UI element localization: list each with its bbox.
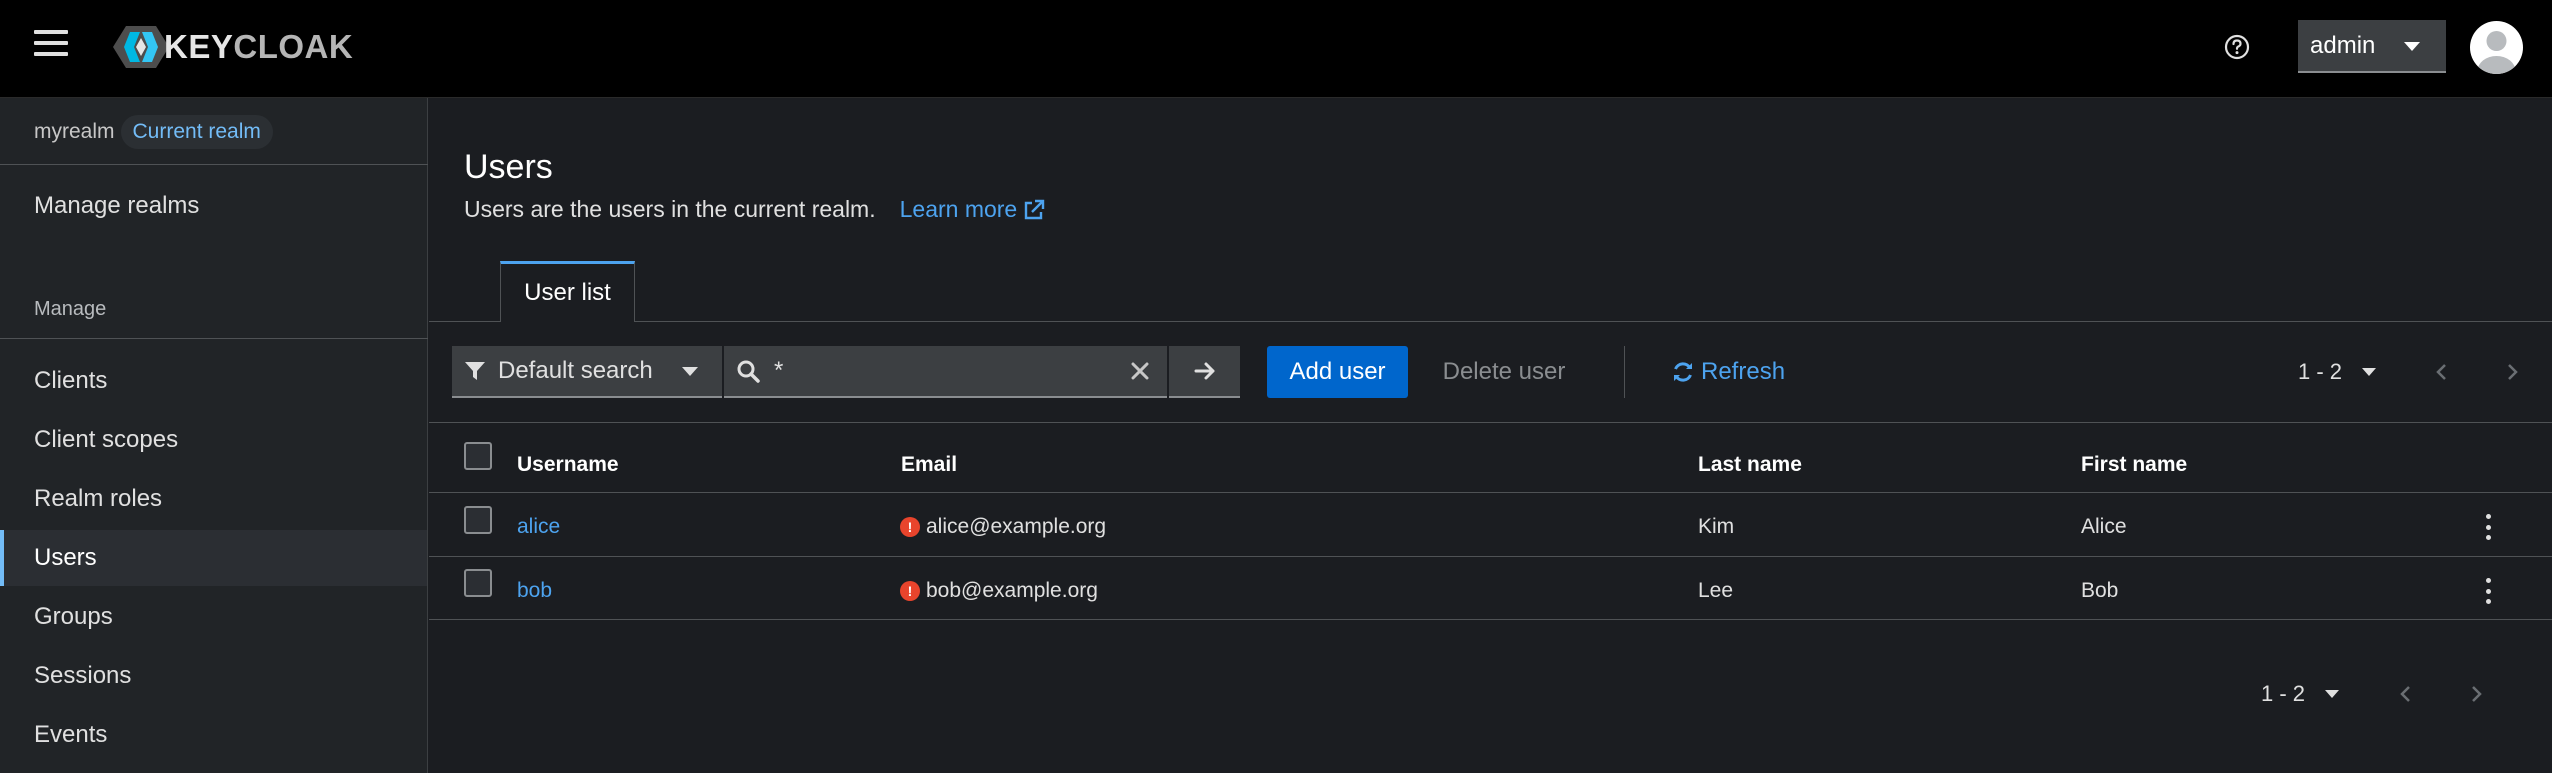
sidebar-item-client-scopes[interactable]: Client scopes xyxy=(0,412,427,468)
exclamation-circle-icon: ! xyxy=(900,581,920,601)
previous-page-icon[interactable] xyxy=(2396,684,2416,704)
column-header-last-name[interactable]: Last name xyxy=(1698,453,1802,477)
last-name-cell: Lee xyxy=(1698,579,1734,602)
last-name-cell: Kim xyxy=(1698,515,1735,538)
sidebar-item-label: Events xyxy=(34,721,108,748)
hamburger-menu-icon[interactable] xyxy=(34,30,68,64)
divider xyxy=(0,164,428,165)
realm-selector[interactable]: myrealm Current realm xyxy=(34,114,273,150)
add-user-button[interactable]: Add user xyxy=(1267,346,1408,398)
email-cell: ! alice@example.org xyxy=(900,515,1106,539)
pagination-toggle[interactable]: 1 - 2 xyxy=(2261,681,2340,707)
tabs-divider xyxy=(429,321,2552,322)
caret-down-icon xyxy=(682,367,698,376)
page-title: Users xyxy=(464,148,553,186)
refresh-button[interactable]: Refresh xyxy=(1671,346,1785,398)
row-divider xyxy=(429,619,2552,620)
caret-down-icon xyxy=(2362,368,2377,376)
table-top-border xyxy=(429,422,2552,423)
row-checkbox[interactable] xyxy=(464,506,492,534)
sidebar-item-clients[interactable]: Clients xyxy=(0,353,427,409)
avatar[interactable] xyxy=(2470,21,2523,74)
row-checkbox[interactable] xyxy=(464,569,492,597)
refresh-icon xyxy=(1674,362,1692,382)
email-text: bob@example.org xyxy=(926,579,1098,602)
search-input[interactable] xyxy=(772,356,1102,386)
sidebar-item-label: Manage realms xyxy=(34,192,200,219)
sidebar: myrealm Current realm Manage realms Mana… xyxy=(0,98,428,773)
logo-text: KEYCLOAK xyxy=(164,28,354,65)
sidebar-item-label: Sessions xyxy=(34,662,132,689)
user-menu-dropdown[interactable]: admin xyxy=(2298,20,2446,73)
search-icon xyxy=(737,360,760,383)
username-link[interactable]: alice xyxy=(517,515,560,539)
column-header-username[interactable]: Username xyxy=(517,453,619,477)
toolbar-divider xyxy=(1624,346,1625,398)
sidebar-item-label: Clients xyxy=(34,367,108,394)
caret-down-icon xyxy=(2404,42,2420,51)
filter-icon xyxy=(465,362,485,380)
sidebar-item-groups[interactable]: Groups xyxy=(0,589,427,645)
caret-down-icon xyxy=(2325,690,2340,698)
first-name-cell: Bob xyxy=(2081,579,2119,602)
sidebar-item-sessions[interactable]: Sessions xyxy=(0,648,427,704)
previous-page-icon[interactable] xyxy=(2432,362,2452,382)
pagination-toggle[interactable]: 1 - 2 xyxy=(2298,359,2377,385)
sidebar-item-label: Users xyxy=(34,544,97,571)
arrow-right-icon xyxy=(1194,362,1214,380)
search-field[interactable] xyxy=(724,346,1167,398)
sidebar-item-label: Client scopes xyxy=(34,426,179,453)
section-label-manage: Manage xyxy=(34,298,107,320)
clear-icon[interactable] xyxy=(1127,358,1153,384)
external-link-icon xyxy=(1025,199,1045,219)
search-type-dropdown[interactable]: Default search xyxy=(452,346,722,398)
search-submit-button[interactable] xyxy=(1169,346,1240,398)
divider xyxy=(0,338,428,339)
toolbar: Default search Add user Delete user xyxy=(429,346,2552,398)
user-menu-label: admin xyxy=(2310,31,2376,59)
sidebar-item-realm-roles[interactable]: Realm roles xyxy=(0,471,427,527)
sidebar-item-events[interactable]: Events xyxy=(0,707,427,763)
next-page-icon[interactable] xyxy=(2502,362,2522,382)
search-type-label: Default search xyxy=(498,357,653,384)
learn-more-label: Learn more xyxy=(899,196,1018,222)
email-text: alice@example.org xyxy=(926,515,1107,538)
description-text: Users are the users in the current realm… xyxy=(464,196,876,222)
pagination-bottom: 1 - 2 xyxy=(2261,668,2340,720)
row-actions-kebab-icon[interactable] xyxy=(2478,512,2498,542)
user-avatar-icon xyxy=(2477,31,2516,74)
learn-more-link[interactable]: Learn more xyxy=(900,196,1046,223)
sidebar-item-users[interactable]: Users xyxy=(0,530,427,586)
exclamation-circle-icon: ! xyxy=(900,517,920,537)
row-divider xyxy=(429,556,2552,557)
sidebar-item-manage-realms[interactable]: Manage realms xyxy=(0,178,427,234)
delete-user-button[interactable]: Delete user xyxy=(1429,346,1579,398)
first-name-cell: Alice xyxy=(2081,515,2127,538)
keycloak-hexagon-icon xyxy=(113,26,169,68)
tab-user-list[interactable]: User list xyxy=(500,261,635,322)
row-divider xyxy=(429,492,2552,493)
sidebar-item-label: Groups xyxy=(34,603,113,630)
pagination-top: 1 - 2 xyxy=(2298,346,2377,398)
pagination-count: 1 - 2 xyxy=(2261,681,2306,706)
column-header-email[interactable]: Email xyxy=(901,453,957,477)
keycloak-logo[interactable]: KEYCLOAK xyxy=(112,24,353,70)
username-link[interactable]: bob xyxy=(517,579,552,603)
sidebar-item-label: Realm roles xyxy=(34,485,163,512)
select-all-checkbox[interactable] xyxy=(464,442,492,470)
realm-name: myrealm xyxy=(34,120,115,143)
main-content: Users Users are the users in the current… xyxy=(429,98,2552,773)
refresh-label: Refresh xyxy=(1701,358,1786,385)
row-actions-kebab-icon[interactable] xyxy=(2478,576,2498,606)
page-description: Users are the users in the current realm… xyxy=(464,196,1045,223)
email-cell: ! bob@example.org xyxy=(900,579,1098,603)
next-page-icon[interactable] xyxy=(2466,684,2486,704)
masthead: KEYCLOAK admin xyxy=(0,0,2552,98)
help-icon[interactable] xyxy=(2223,33,2251,61)
pagination-count: 1 - 2 xyxy=(2298,359,2343,384)
column-header-first-name[interactable]: First name xyxy=(2081,453,2187,477)
current-realm-badge: Current realm xyxy=(120,115,273,149)
